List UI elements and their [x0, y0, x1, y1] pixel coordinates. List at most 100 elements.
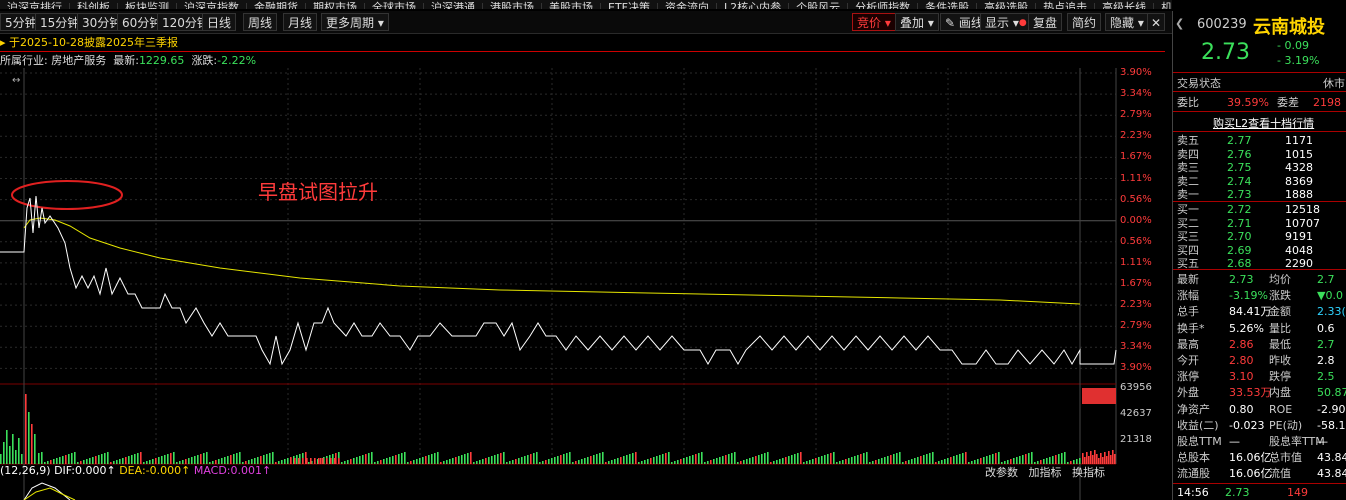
topnav-item[interactable]: 沪深京排行: [0, 2, 70, 9]
arrow-icon: ▸: [0, 36, 6, 49]
stat-label: PE(动): [1269, 418, 1303, 432]
volume-bar: [467, 453, 469, 464]
volume-bar: [395, 455, 397, 464]
topnav-item[interactable]: 科创板: [70, 2, 118, 9]
volume-bar: [884, 457, 886, 464]
expand-icon[interactable]: ↔: [12, 75, 20, 86]
industry-latest: 1229.65: [138, 54, 185, 67]
volume-bar: [164, 455, 166, 464]
industry-latest-label: 最新:: [113, 54, 139, 67]
topnav-item[interactable]: 期权市场: [306, 2, 365, 9]
topnav-item[interactable]: 高级长线: [1095, 2, 1155, 9]
stat-value: 16.06亿: [1229, 467, 1272, 481]
volume-bar: [74, 452, 76, 464]
ask-row[interactable]: 卖三 2.75 4328: [1177, 161, 1346, 174]
change-params-button[interactable]: 改参数: [985, 466, 1018, 479]
stat-value: —: [1317, 435, 1328, 448]
topnav-item[interactable]: 个股风云: [789, 2, 849, 9]
add-indicator-button[interactable]: 加指标: [1029, 466, 1062, 479]
topnav-item[interactable]: 美股市场: [542, 2, 601, 9]
topnav-item[interactable]: 沪深港通: [424, 2, 483, 9]
ask-price: 2.76: [1227, 147, 1252, 161]
stat-value: -2.90: [1317, 402, 1346, 416]
period-week[interactable]: 周线: [243, 13, 278, 31]
stat-label: 流通股: [1177, 467, 1210, 481]
volume-bar: [995, 453, 997, 464]
topnav-item[interactable]: 机构增仓: [1154, 2, 1172, 9]
ask-row[interactable]: 卖一 2.73 1888: [1177, 188, 1346, 201]
stat-label: 跌停: [1269, 370, 1291, 384]
volume-bars: [0, 388, 1116, 464]
volume-bar: [230, 455, 232, 464]
topnav-item[interactable]: 高级选股: [977, 2, 1037, 9]
close-panel-button[interactable]: ✕: [1147, 13, 1166, 31]
volume-bar: [698, 453, 700, 464]
more-periods-dropdown[interactable]: 更多周期 ▾: [321, 13, 389, 31]
overlay-button[interactable]: 叠加 ▾: [895, 13, 939, 31]
volume-bar: [893, 454, 895, 464]
review-button[interactable]: 复盘: [1028, 13, 1063, 31]
bid-row[interactable]: 买二 2.71 10707: [1177, 217, 1346, 230]
bid-price: 2.69: [1227, 243, 1252, 257]
stat-label: 最低: [1269, 337, 1291, 351]
volume-bar: [524, 456, 526, 464]
ask-price: 2.73: [1227, 188, 1252, 202]
volume-bar: [206, 452, 208, 464]
topnav-item[interactable]: 分析师指数: [848, 2, 919, 9]
stat-value: 2.86: [1229, 337, 1254, 351]
volume-bar: [59, 457, 61, 464]
more-periods-label: 更多周期: [326, 16, 375, 30]
period-month[interactable]: 月线: [283, 13, 318, 31]
collapse-icon[interactable]: ❮: [1175, 17, 1184, 30]
ask-row[interactable]: 卖五 2.77 1171: [1177, 134, 1346, 147]
ask-row[interactable]: 卖四 2.76 1015: [1177, 148, 1346, 161]
display-button[interactable]: 显示 ▾●: [980, 13, 1032, 31]
simple-button[interactable]: 简约: [1067, 13, 1102, 31]
stat-row: 外盘 33.53万 内盘 50.87: [1177, 386, 1346, 399]
topnav-item[interactable]: L2核心内参: [717, 2, 790, 9]
bid-button[interactable]: 竞价 ▾: [852, 13, 896, 31]
topnav-item[interactable]: 港股市场: [483, 2, 542, 9]
ask-label: 卖五: [1177, 134, 1199, 147]
bid-row[interactable]: 买三 2.70 9191: [1177, 230, 1346, 243]
close-icon: ✕: [1151, 16, 1162, 30]
industry-name[interactable]: 房地产服务: [51, 54, 106, 67]
topnav-item[interactable]: 全球市场: [365, 2, 424, 9]
topnav-item[interactable]: 条件选股: [918, 2, 978, 9]
volume-bar: [1100, 453, 1102, 464]
bid-row[interactable]: 买四 2.69 4048: [1177, 244, 1346, 257]
volume-bar: [1086, 452, 1088, 464]
stat-value: -0.023: [1229, 418, 1265, 432]
volume-bar: [191, 457, 193, 464]
volume-bar: [857, 455, 859, 464]
l2-link[interactable]: 购买L2查看十档行情: [1213, 115, 1314, 131]
topnav-item[interactable]: 金融期货: [247, 2, 306, 9]
announcement-text[interactable]: 于2025-10-28披露2025年三季报: [9, 36, 178, 49]
volume-bar: [140, 452, 142, 464]
ratio-value: 39.59%: [1227, 96, 1269, 109]
stat-label: 总股本: [1177, 451, 1210, 465]
volume-bar: [689, 456, 691, 464]
volume-axis-label: 63956: [1120, 382, 1152, 393]
period-day[interactable]: 日线: [202, 13, 237, 31]
volume-bar: [530, 454, 532, 464]
volume-bar: [566, 453, 568, 464]
ask-row[interactable]: 卖二 2.74 8369: [1177, 175, 1346, 188]
volume-bar: [494, 455, 496, 464]
hide-button[interactable]: 隐藏 ▾: [1105, 13, 1149, 31]
volume-bar: [896, 453, 898, 464]
volume-bar: [173, 452, 175, 464]
volume-bar: [926, 454, 928, 464]
intraday-chart[interactable]: 早盘试图拉升 ↔: [0, 68, 1168, 500]
stat-value: 0.6: [1317, 321, 1335, 335]
topnav-item[interactable]: ETF决策: [601, 2, 658, 9]
topnav-item[interactable]: 板块监测: [118, 2, 177, 9]
stat-label: 股息TTM: [1177, 435, 1222, 448]
topnav-item[interactable]: 热点追击: [1036, 2, 1096, 9]
topnav-item[interactable]: 资金流向: [658, 2, 717, 9]
volume-bar: [1082, 453, 1084, 464]
swap-indicator-button[interactable]: 换指标: [1072, 466, 1105, 479]
topnav-item[interactable]: 沪深京指数: [177, 2, 247, 9]
stat-value: 50.87: [1317, 386, 1346, 400]
bid-row[interactable]: 买一 2.72 12518: [1177, 203, 1346, 216]
